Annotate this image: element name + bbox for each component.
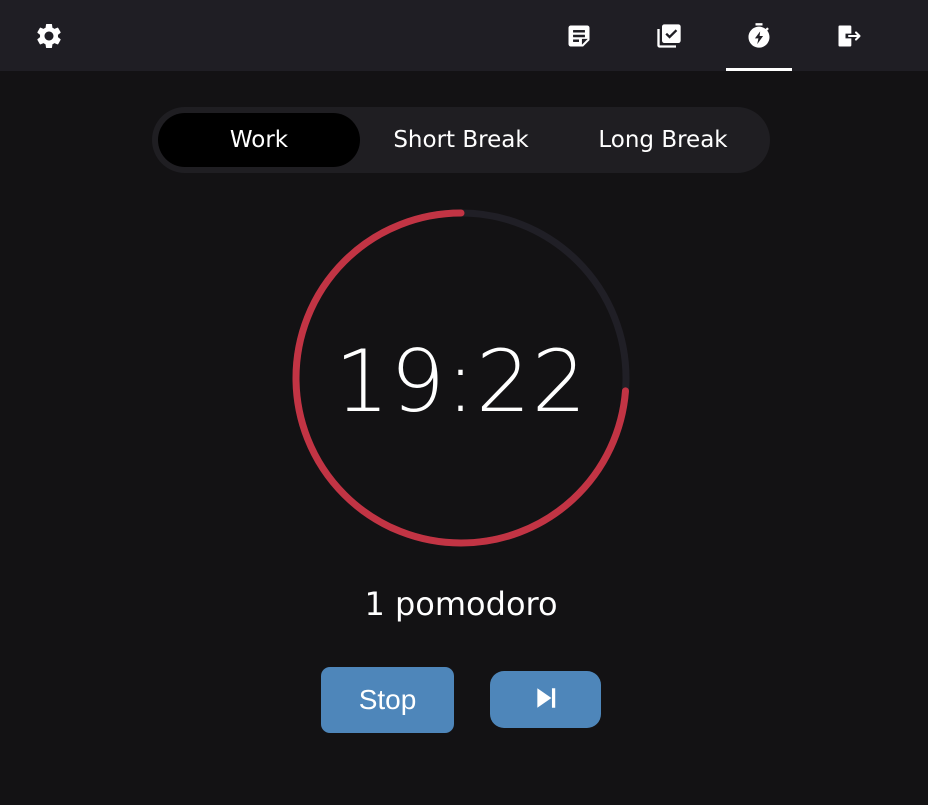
stop-button[interactable]: Stop [321, 667, 454, 733]
time-remaining: 19:22 [334, 332, 588, 432]
active-tab-indicator [726, 68, 792, 71]
gear-icon [34, 21, 64, 51]
skip-next-icon [533, 685, 559, 714]
tab-short-break[interactable]: Short Break [360, 113, 562, 167]
pomodoro-count: 1 pomodoro [364, 585, 558, 623]
timer-icon [745, 22, 773, 50]
settings-button[interactable] [26, 0, 72, 71]
timer-mode-switch: Work Short Break Long Break [152, 107, 770, 173]
notes-icon [565, 22, 593, 50]
logout-button[interactable] [826, 0, 872, 71]
tab-long-break[interactable]: Long Break [562, 113, 764, 167]
skip-button[interactable] [490, 671, 601, 728]
notes-nav-button[interactable] [556, 0, 602, 71]
task-checklist-icon [655, 22, 683, 50]
tasks-nav-button[interactable] [646, 0, 692, 71]
timer-nav-button[interactable] [726, 0, 792, 71]
logout-icon [835, 22, 863, 50]
tab-work[interactable]: Work [158, 113, 360, 167]
timer-progress-ring: 19:22 [284, 202, 638, 556]
top-nav-bar [0, 0, 928, 71]
